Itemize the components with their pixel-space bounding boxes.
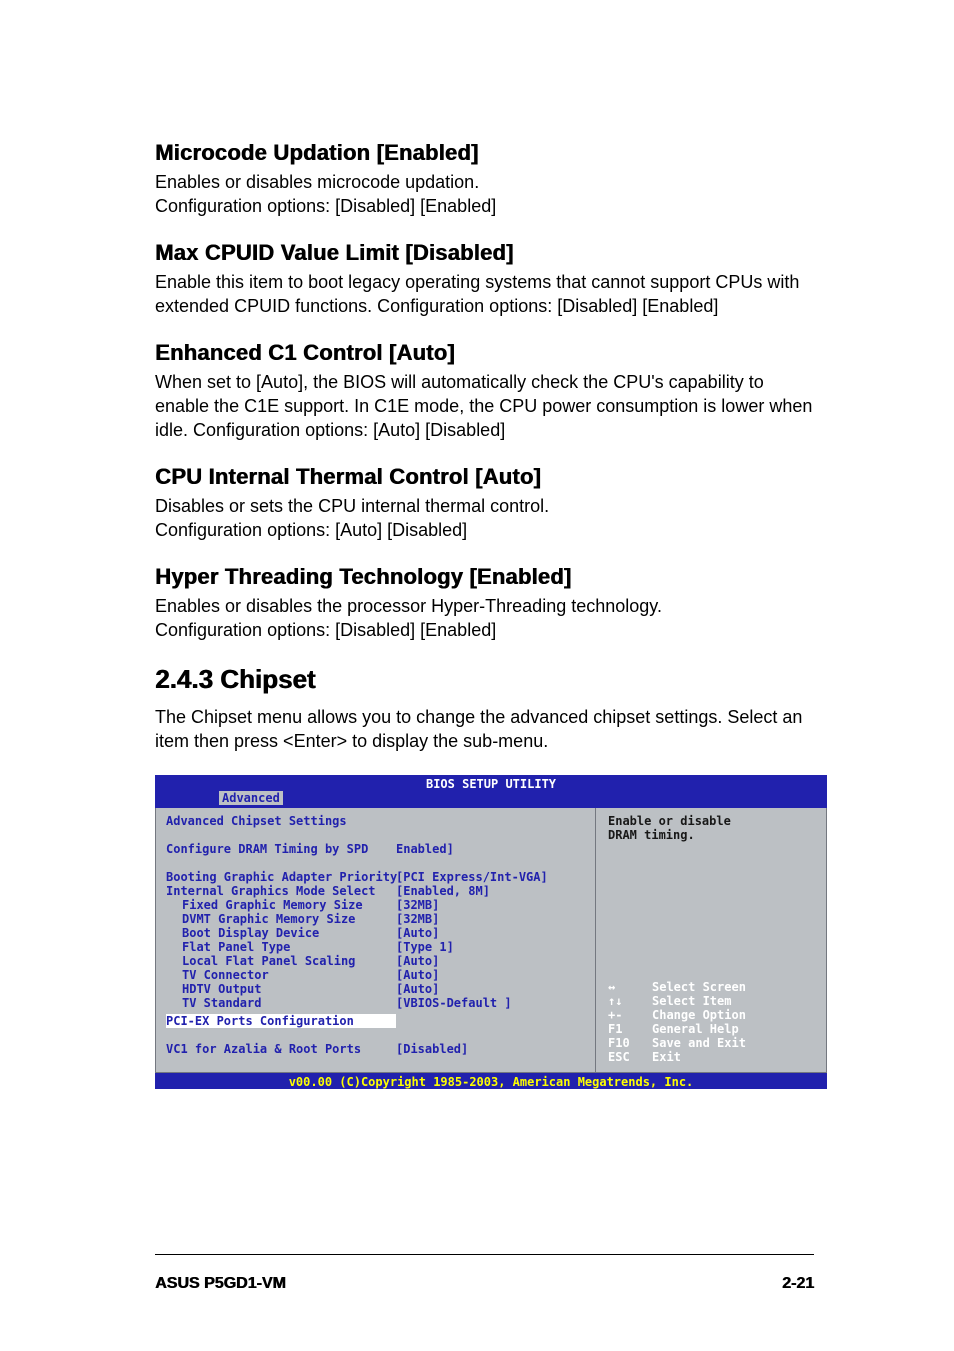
- bios-tabs: Advanced: [155, 791, 827, 808]
- bios-item-label: Flat Panel Type: [166, 940, 396, 954]
- bios-item-label: HDTV Output: [166, 982, 396, 996]
- legend-row: F1General Help: [608, 1022, 818, 1036]
- legend-row: ↑↓Select Item: [608, 994, 818, 1008]
- legend-row: ESCExit: [608, 1050, 818, 1064]
- bios-item-value: [VBIOS-Default ]: [396, 996, 512, 1010]
- legend-val: Change Option: [652, 1008, 746, 1022]
- bios-help-text: Enable or disable DRAM timing.: [608, 814, 818, 842]
- legend-key: +-: [608, 1008, 652, 1022]
- legend-row: F10Save and Exit: [608, 1036, 818, 1050]
- bios-item-label: TV Standard: [166, 996, 396, 1010]
- bios-item-value: [Disabled]: [396, 1042, 468, 1056]
- bios-item-label: Configure DRAM Timing by SPD: [166, 842, 396, 856]
- bios-item[interactable]: Internal Graphics Mode Select[Enabled, 8…: [166, 884, 589, 898]
- option-section: Max CPUID Value Limit [Disabled] Enable …: [155, 240, 814, 318]
- option-desc: Enable this item to boot legacy operatin…: [155, 270, 814, 318]
- legend-row: +-Change Option: [608, 1008, 818, 1022]
- option-desc: When set to [Auto], the BIOS will automa…: [155, 370, 814, 442]
- bios-item[interactable]: Fixed Graphic Memory Size[32MB]: [166, 898, 589, 912]
- option-section: Enhanced C1 Control [Auto] When set to […: [155, 340, 814, 442]
- option-heading: Enhanced C1 Control [Auto]: [155, 340, 814, 366]
- bios-item[interactable]: DVMT Graphic Memory Size[32MB]: [166, 912, 589, 926]
- option-section: CPU Internal Thermal Control [Auto] Disa…: [155, 464, 814, 542]
- legend-val: Exit: [652, 1050, 681, 1064]
- bios-left-heading: Advanced Chipset Settings: [166, 814, 396, 828]
- legend-row: ↔Select Screen: [608, 980, 818, 994]
- bios-item-label: Boot Display Device: [166, 926, 396, 940]
- chipset-intro: The Chipset menu allows you to change th…: [155, 705, 814, 753]
- bios-item-label: Booting Graphic Adapter Priority: [166, 870, 396, 884]
- bios-item[interactable]: Booting Graphic Adapter Priority[PCI Exp…: [166, 870, 589, 884]
- bios-item-value: [Auto]: [396, 968, 439, 982]
- bios-footer: v00.00 (C)Copyright 1985-2003, American …: [155, 1073, 827, 1089]
- bios-legend: ↔Select Screen ↑↓Select Item +-Change Op…: [608, 980, 818, 1064]
- bios-item[interactable]: TV Standard[VBIOS-Default ]: [166, 996, 589, 1010]
- bios-item-label: PCI-EX Ports Configuration: [166, 1014, 396, 1028]
- bios-item[interactable]: Flat Panel Type[Type 1]: [166, 940, 589, 954]
- legend-key: ↑↓: [608, 994, 652, 1008]
- bios-item-value: [Auto]: [396, 926, 439, 940]
- option-heading: Hyper Threading Technology [Enabled]: [155, 564, 814, 590]
- bios-item[interactable]: Configure DRAM Timing by SPD Enabled]: [166, 842, 589, 856]
- option-desc: Enables or disables the processor Hyper-…: [155, 594, 814, 642]
- bios-screenshot: BIOS SETUP UTILITY Advanced Advanced Chi…: [155, 775, 827, 1089]
- page-footer-pagenum: 2-21: [782, 1275, 814, 1293]
- option-heading: CPU Internal Thermal Control [Auto]: [155, 464, 814, 490]
- bios-item-label: VC1 for Azalia & Root Ports: [166, 1042, 396, 1056]
- bios-item-value: Enabled]: [396, 842, 454, 856]
- legend-val: General Help: [652, 1022, 739, 1036]
- chipset-heading: 2.4.3 Chipset: [155, 664, 814, 695]
- bios-item-value: [32MB]: [396, 898, 439, 912]
- bios-item-selected[interactable]: PCI-EX Ports Configuration: [166, 1014, 589, 1028]
- bios-item-value: [Auto]: [396, 954, 439, 968]
- bios-body: Advanced Chipset Settings Configure DRAM…: [155, 808, 827, 1073]
- option-heading: Max CPUID Value Limit [Disabled]: [155, 240, 814, 266]
- legend-key: ↔: [608, 980, 652, 994]
- page-footer-model: ASUS P5GD1-VM: [155, 1275, 286, 1293]
- bios-item-label: TV Connector: [166, 968, 396, 982]
- legend-val: Save and Exit: [652, 1036, 746, 1050]
- bios-item[interactable]: HDTV Output[Auto]: [166, 982, 589, 996]
- option-desc: Disables or sets the CPU internal therma…: [155, 494, 814, 542]
- bios-item-value: [32MB]: [396, 912, 439, 926]
- bios-item-value: [Auto]: [396, 982, 439, 996]
- bios-item-value: [Enabled, 8M]: [396, 884, 490, 898]
- option-heading: Microcode Updation [Enabled]: [155, 140, 814, 166]
- option-desc: Enables or disables microcode updation. …: [155, 170, 814, 218]
- bios-item-label: Fixed Graphic Memory Size: [166, 898, 396, 912]
- legend-val: Select Item: [652, 994, 731, 1008]
- bios-item-label: DVMT Graphic Memory Size: [166, 912, 396, 926]
- bios-item[interactable]: Boot Display Device[Auto]: [166, 926, 589, 940]
- bios-item-label: Internal Graphics Mode Select: [166, 884, 396, 898]
- page-content: Microcode Updation [Enabled] Enables or …: [0, 0, 954, 1293]
- legend-val: Select Screen: [652, 980, 746, 994]
- page-footer: ASUS P5GD1-VM 2-21: [155, 1254, 814, 1293]
- legend-key: F10: [608, 1036, 652, 1050]
- option-section: Hyper Threading Technology [Enabled] Ena…: [155, 564, 814, 642]
- bios-item-value: [Type 1]: [396, 940, 454, 954]
- bios-item-value: [PCI Express/Int-VGA]: [396, 870, 548, 884]
- legend-key: F1: [608, 1022, 652, 1036]
- bios-title: BIOS SETUP UTILITY: [155, 775, 827, 791]
- bios-right-pane: Enable or disable DRAM timing. ↔Select S…: [596, 808, 826, 1072]
- bios-tab-advanced[interactable]: Advanced: [219, 791, 283, 805]
- bios-left-pane: Advanced Chipset Settings Configure DRAM…: [156, 808, 596, 1072]
- option-section: Microcode Updation [Enabled] Enables or …: [155, 140, 814, 218]
- bios-item-label: Local Flat Panel Scaling: [166, 954, 396, 968]
- legend-key: ESC: [608, 1050, 652, 1064]
- bios-item[interactable]: TV Connector[Auto]: [166, 968, 589, 982]
- bios-item[interactable]: VC1 for Azalia & Root Ports[Disabled]: [166, 1042, 589, 1056]
- bios-item[interactable]: Local Flat Panel Scaling[Auto]: [166, 954, 589, 968]
